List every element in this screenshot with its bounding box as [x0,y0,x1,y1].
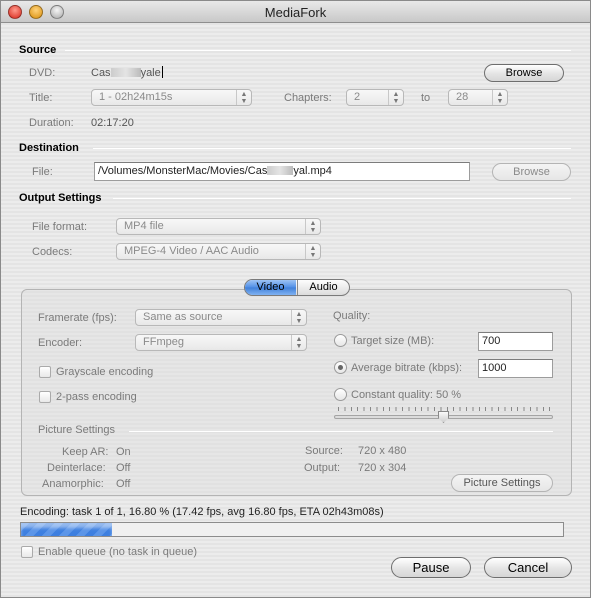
dvd-path-end: yale [140,67,161,79]
window-title: MediaFork [264,5,327,20]
select-arrows-icon: ▲ ▼ [492,90,507,105]
encoding-status: Encoding: task 1 of 1, 16.80 % (17.42 fp… [20,506,384,518]
title-label: Title: [29,92,53,104]
output-divider [113,198,571,199]
framerate-value: Same as source [143,311,223,323]
encoding-progress-bar [20,522,564,537]
destination-section-title: Destination [19,142,79,154]
title-bar[interactable]: MediaFork [1,1,590,23]
title-select-value: 1 - 02h24m15s [99,91,173,103]
select-arrows-icon: ▲ ▼ [305,244,320,259]
quality-slider-ticks [338,407,550,411]
select-arrows-icon: ▲ ▼ [291,335,306,350]
dvd-path-start: Cas [91,67,111,79]
average-bitrate-radio[interactable] [334,361,347,374]
source-browse-button[interactable]: Browse [484,64,564,82]
chapter-end-value: 28 [456,91,469,103]
grayscale-checkbox[interactable] [39,366,51,378]
encoder-select[interactable]: FFmpeg ▲ ▼ [135,334,307,351]
two-pass-checkbox[interactable] [39,391,51,403]
framerate-label: Framerate (fps): [38,312,117,324]
output-size-label: Output: [304,462,341,474]
deinterlace-value: Off [116,462,131,474]
dvd-label: DVD: [29,67,56,79]
destination-browse-button[interactable]: Browse [492,163,571,181]
framerate-select[interactable]: Same as source ▲ ▼ [135,309,307,326]
picture-settings-button[interactable]: Picture Settings [451,474,553,492]
file-label: File: [32,166,53,178]
source-size-label: Source: [305,445,343,457]
dvd-path: Cas yale [91,66,163,79]
encoder-value: FFmpeg [143,336,184,348]
file-format-value: MP4 file [124,220,164,232]
picture-settings-title: Picture Settings [38,424,116,436]
redacted-mark [267,166,294,175]
mediafork-window: MediaFork Source DVD: Cas yale Browse Tit… [0,0,591,598]
average-bitrate-label: Average bitrate (kbps): [351,362,463,374]
output-size-value: 720 x 304 [358,462,407,474]
codecs-value: MPEG-4 Video / AAC Audio [124,245,259,257]
file-format-label: File format: [32,221,88,233]
encoding-progress-fill [21,523,113,536]
to-label: to [421,92,431,104]
quality-label: Quality: [333,310,371,322]
source-section-title: Source [19,44,57,56]
chapters-label: Chapters: [284,92,332,104]
enable-queue-label: Enable queue (no task in queue) [38,546,198,558]
title-select[interactable]: 1 - 02h24m15s ▲ ▼ [91,89,252,106]
two-pass-label: 2-pass encoding [56,391,137,403]
anamorphic-label: Anamorphic: [42,478,104,490]
source-size-value: 720 x 480 [358,445,407,457]
target-size-label: Target size (MB): [351,335,435,347]
duration-value: 02:17:20 [91,117,134,129]
tab-audio[interactable]: Audio [297,280,349,295]
chapter-end-select[interactable]: 28 ▲ ▼ [448,89,508,106]
tab-video[interactable]: Video [245,280,296,295]
destination-file-field[interactable]: /Volumes/MonsterMac/Movies/Cas yal.mp4 [94,162,470,181]
file-format-select[interactable]: MP4 file ▲ ▼ [116,218,321,235]
enable-queue-checkbox[interactable] [21,546,33,558]
cancel-button[interactable]: Cancel [484,557,572,578]
select-arrows-icon: ▲ ▼ [236,90,251,105]
select-arrows-icon: ▲ ▼ [305,219,320,234]
chapter-start-value: 2 [354,91,361,103]
keep-ar-label: Keep AR: [62,446,109,458]
video-audio-tabs: Video Audio [244,279,350,296]
codecs-label: Codecs: [32,246,73,258]
constant-quality-radio[interactable] [334,388,347,401]
codecs-select[interactable]: MPEG-4 Video / AAC Audio ▲ ▼ [116,243,321,260]
select-arrows-icon: ▲ ▼ [291,310,306,325]
pause-button[interactable]: Pause [391,557,471,578]
destination-divider [93,148,571,149]
anamorphic-value: Off [116,478,131,490]
duration-label: Duration: [29,117,74,129]
target-size-radio[interactable] [334,334,347,347]
grayscale-label: Grayscale encoding [56,366,154,378]
encoder-label: Encoder: [38,337,83,349]
source-divider [65,50,571,51]
constant-quality-label: Constant quality: 50 % [351,389,462,401]
select-arrows-icon: ▲ ▼ [388,90,403,105]
average-bitrate-field[interactable]: 1000 [478,359,553,378]
keep-ar-value: On [116,446,131,458]
chapter-start-select[interactable]: 2 ▲ ▼ [346,89,404,106]
destination-path-start: /Volumes/MonsterMac/Movies/Cas [98,165,268,177]
target-size-field[interactable]: 700 [478,332,553,351]
output-section-title: Output Settings [19,192,102,204]
deinterlace-label: Deinterlace: [47,462,106,474]
destination-path-end: yal.mp4 [293,165,332,177]
text-cursor [161,66,163,78]
redacted-mark [110,68,141,77]
picture-divider [129,431,553,432]
